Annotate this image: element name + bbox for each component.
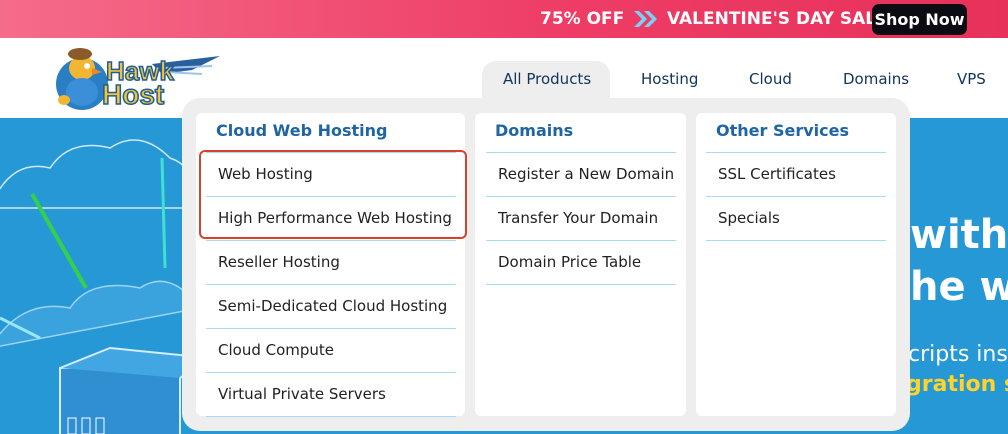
hero-heading-line2: he w: [910, 264, 1008, 310]
menu-item-domain-price-table[interactable]: Domain Price Table: [498, 253, 641, 271]
divider: [206, 284, 456, 285]
promo-discount: 75% OFF: [540, 9, 625, 29]
menu-item-semi-dedicated-cloud-hosting[interactable]: Semi-Dedicated Cloud Hosting: [218, 297, 447, 315]
hero-subtext: cripts ins: [908, 342, 1008, 367]
double-chevron-right-icon: [634, 11, 657, 27]
column-title-cloud-web-hosting: Cloud Web Hosting: [216, 121, 388, 140]
menu-item-virtual-private-servers[interactable]: Virtual Private Servers: [218, 385, 386, 403]
divider: [486, 196, 676, 197]
shop-now-button[interactable]: Shop Now: [872, 4, 967, 35]
promo-sale-label: VALENTINE'S DAY SALE: [667, 9, 888, 29]
column-title-other-services: Other Services: [716, 121, 849, 140]
nav-hosting[interactable]: Hosting: [641, 60, 698, 98]
divider: [486, 284, 676, 285]
divider: [706, 196, 886, 197]
divider: [206, 328, 456, 329]
divider: [706, 240, 886, 241]
column-other-services: [696, 113, 896, 416]
nav-cloud[interactable]: Cloud: [749, 60, 792, 98]
nav-vps[interactable]: VPS: [957, 60, 986, 98]
logo-text-host: Host: [102, 79, 164, 110]
divider: [486, 152, 676, 153]
menu-item-register-domain[interactable]: Register a New Domain: [498, 165, 674, 183]
hero-heading-line1: with: [910, 212, 1008, 258]
menu-item-specials[interactable]: Specials: [718, 209, 780, 227]
divider: [206, 240, 456, 241]
menu-item-cloud-compute[interactable]: Cloud Compute: [218, 341, 334, 359]
hero-highlight-text: gration s: [906, 372, 1008, 397]
divider: [206, 372, 456, 373]
menu-item-transfer-domain[interactable]: Transfer Your Domain: [498, 209, 658, 227]
highlight-box: [199, 150, 467, 239]
column-title-domains: Domains: [495, 121, 574, 140]
promo-banner: 75% OFF VALENTINE'S DAY SALE Shop Now: [0, 0, 1008, 38]
menu-item-reseller-hosting[interactable]: Reseller Hosting: [218, 253, 340, 271]
divider: [206, 416, 456, 417]
nav-all-products[interactable]: All Products: [503, 60, 591, 98]
menu-item-ssl-certificates[interactable]: SSL Certificates: [718, 165, 836, 183]
divider: [706, 152, 886, 153]
nav-domains[interactable]: Domains: [843, 60, 909, 98]
divider: [486, 240, 676, 241]
